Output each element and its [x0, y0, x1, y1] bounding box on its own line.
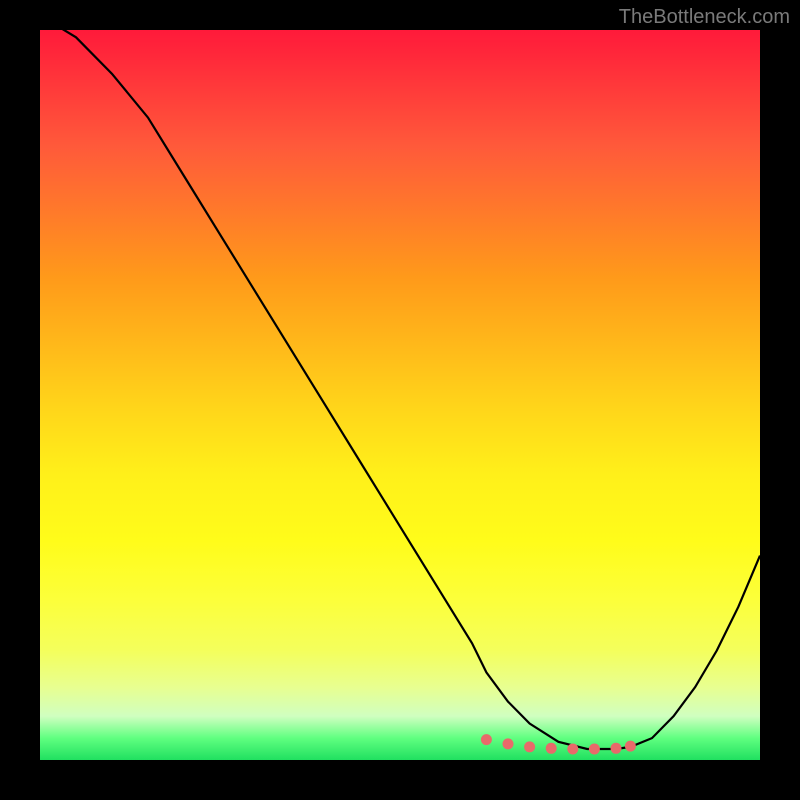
marker-dot	[503, 738, 514, 749]
marker-dot	[625, 741, 636, 752]
chart-plot-area	[40, 30, 760, 760]
attribution-text: TheBottleneck.com	[619, 6, 790, 29]
chart-svg	[40, 30, 760, 760]
bottleneck-curve-line	[40, 30, 760, 749]
marker-dot	[546, 743, 557, 754]
marker-dot	[481, 734, 492, 745]
marker-dot	[567, 744, 578, 755]
marker-dot	[524, 741, 535, 752]
marker-dot	[611, 743, 622, 754]
optimal-range-markers	[481, 734, 636, 754]
marker-dot	[589, 744, 600, 755]
